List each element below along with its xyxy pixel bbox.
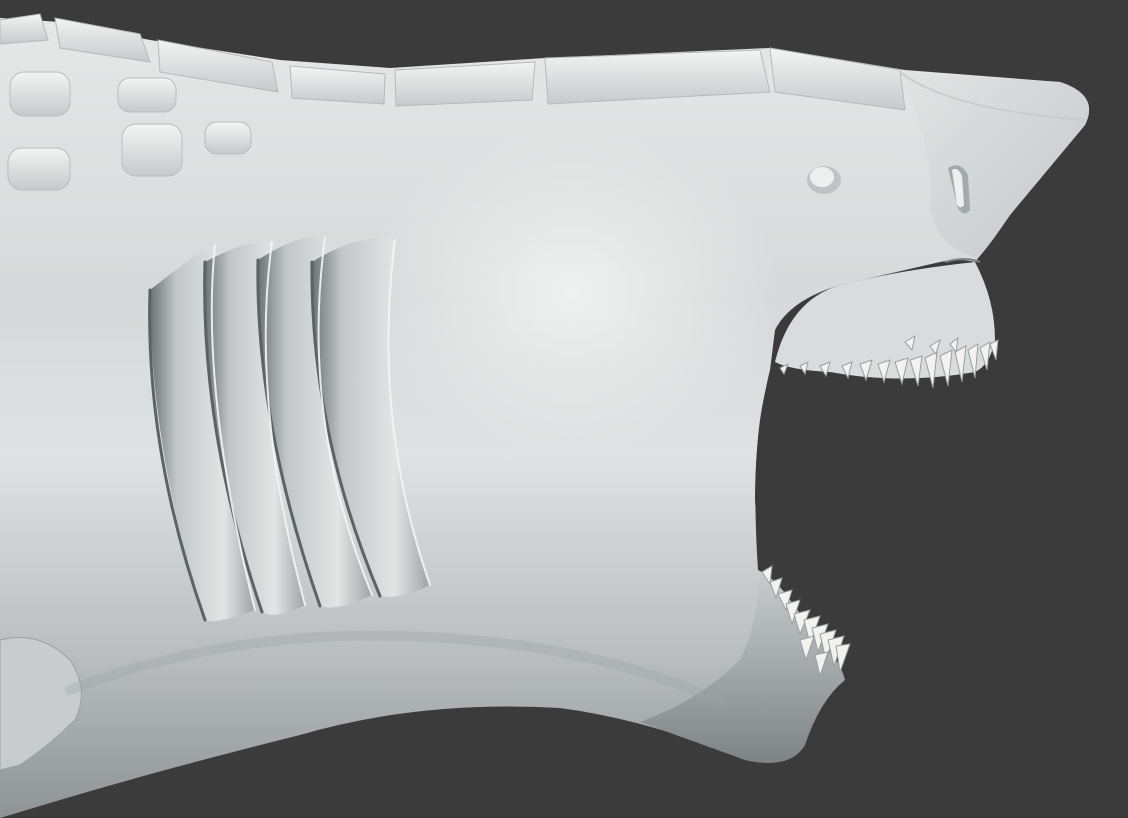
eye [807,166,841,194]
gill-slits [148,236,431,622]
shark-render [0,0,1128,818]
sculpt-viewport[interactable] [0,0,1128,818]
